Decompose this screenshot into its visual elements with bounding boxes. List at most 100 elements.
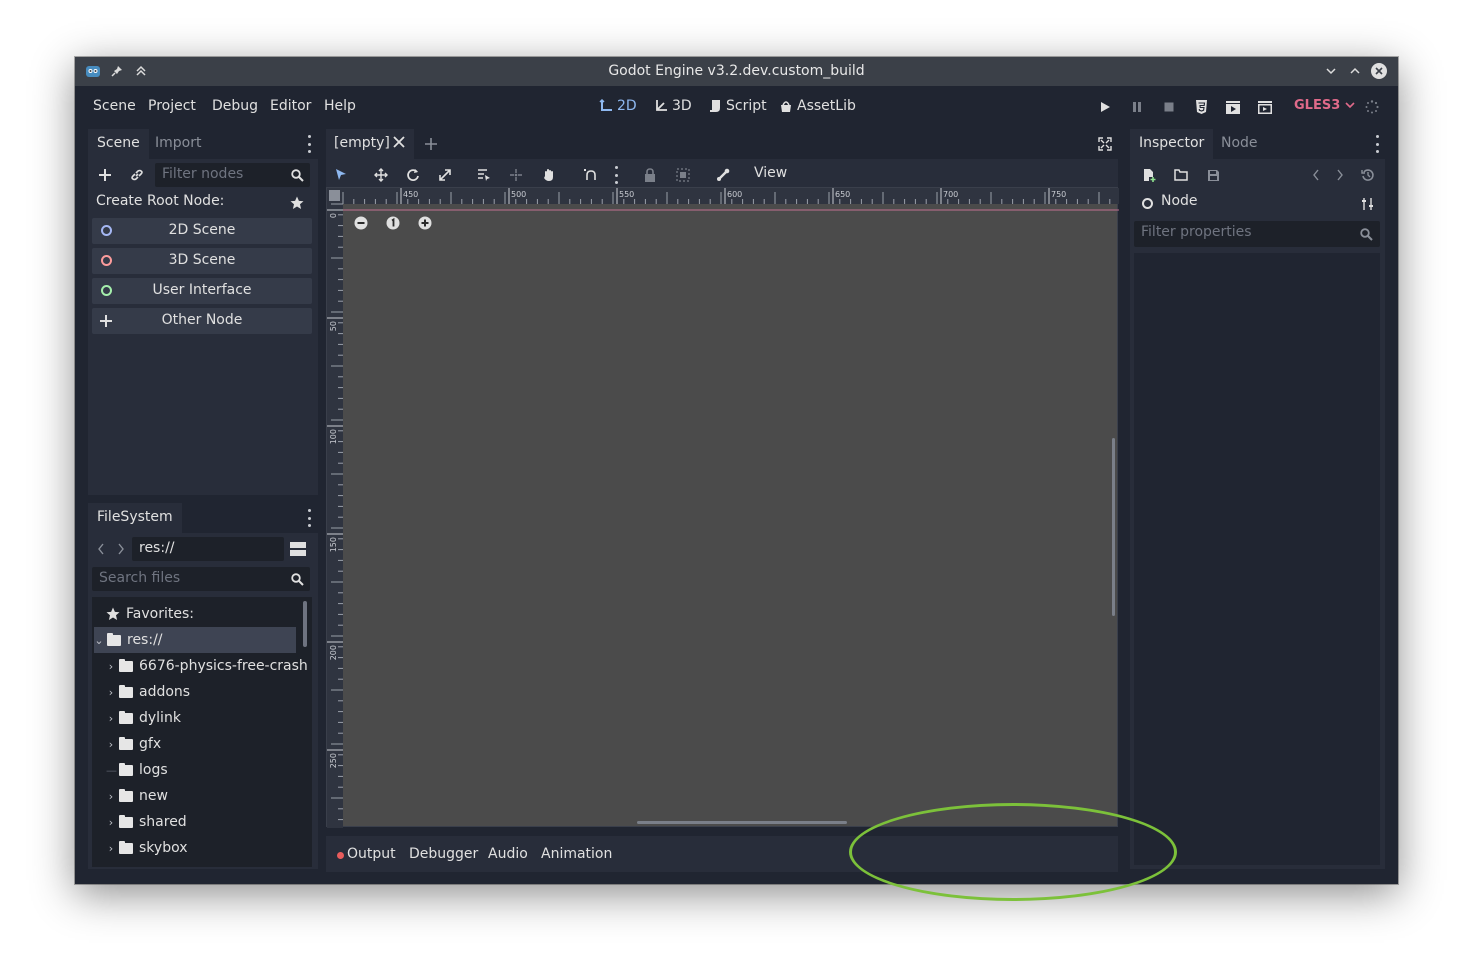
script-icon (710, 100, 720, 112)
play-scene-icon[interactable] (1224, 98, 1242, 116)
play-custom-scene-icon[interactable] (1256, 98, 1274, 116)
tab-filesystem[interactable]: FileSystem (88, 503, 182, 533)
list-item[interactable]: › addons (106, 679, 190, 705)
stop-icon[interactable] (1160, 98, 1178, 116)
load-resource-folder-icon[interactable] (1172, 166, 1190, 184)
zoom-reset-icon[interactable] (386, 216, 400, 230)
bottom-tab-audio[interactable]: Audio (488, 846, 528, 862)
maximize-icon[interactable] (1346, 62, 1364, 80)
new-scene-tab-icon[interactable] (422, 135, 440, 153)
renderer-selector[interactable]: GLES3 (1294, 98, 1355, 113)
scene-dock-menu-icon[interactable] (306, 135, 312, 153)
bottom-tab-animation[interactable]: Animation (541, 846, 612, 862)
create-2d-scene-button[interactable]: 2D Scene (92, 218, 312, 244)
menu-scene[interactable]: Scene (93, 98, 136, 114)
workspace-3d-button[interactable]: 3D (654, 98, 692, 114)
close-window-icon[interactable] (1370, 62, 1388, 80)
list-item[interactable]: — logs (106, 757, 168, 783)
menu-editor[interactable]: Editor (270, 98, 311, 114)
inspector-dock-tabs: Inspector Node (1130, 129, 1385, 159)
node-icon (1142, 198, 1153, 209)
folder-label: addons (139, 684, 191, 700)
vertical-scrollbar[interactable] (1112, 438, 1115, 616)
forward-arrow-icon[interactable] (114, 539, 128, 559)
distraction-free-icon[interactable] (1096, 135, 1114, 153)
scene-tab-empty[interactable]: [empty] (326, 129, 414, 159)
history-back-icon[interactable] (1308, 166, 1324, 184)
history-icon[interactable] (1359, 166, 1377, 184)
godot-window: Godot Engine v3.2.dev.custom_build Scene… (75, 57, 1398, 884)
horizontal-scrollbar[interactable] (637, 821, 847, 824)
create-user-interface-button[interactable]: User Interface (92, 278, 312, 304)
path-field[interactable]: res:// (132, 537, 284, 561)
file-tree-scrollbar[interactable] (303, 601, 307, 647)
skeleton-bone-icon[interactable] (712, 164, 734, 186)
snap-options-icon[interactable] (613, 166, 619, 184)
zoom-in-icon[interactable] (418, 216, 432, 230)
inspector-dock-menu-icon[interactable] (1374, 135, 1380, 153)
minimize-icon[interactable] (1322, 62, 1340, 80)
filter-properties-input[interactable]: Filter properties (1134, 221, 1380, 247)
pause-icon[interactable] (1128, 98, 1146, 116)
menu-project[interactable]: Project (148, 98, 196, 114)
html5-icon[interactable] (1192, 98, 1210, 116)
search-files-input[interactable]: Search files (92, 567, 310, 591)
favorite-star-icon[interactable] (288, 194, 306, 212)
tab-scene[interactable]: Scene (88, 129, 149, 159)
chevron-right-icon: › (108, 711, 114, 725)
list-select-icon[interactable] (473, 164, 495, 186)
filter-properties-placeholder: Filter properties (1141, 224, 1252, 240)
pivot-mode-icon[interactable] (505, 164, 527, 186)
snap-icon[interactable] (579, 164, 601, 186)
move-mode-icon[interactable] (370, 164, 392, 186)
list-item[interactable]: › 6676-physics-free-crash (106, 653, 308, 679)
pan-mode-icon[interactable] (538, 164, 560, 186)
close-tab-icon[interactable] (393, 136, 405, 152)
list-item[interactable]: › shared (106, 809, 187, 835)
save-resource-icon[interactable] (1204, 166, 1222, 184)
assetlib-icon (781, 101, 791, 112)
back-arrow-icon[interactable] (94, 539, 108, 559)
create-other-node-button[interactable]: Other Node (92, 308, 312, 334)
history-forward-icon[interactable] (1332, 166, 1348, 184)
add-node-icon[interactable] (96, 166, 114, 184)
tab-import[interactable]: Import (146, 129, 210, 159)
favorites-label: Favorites: (126, 606, 194, 622)
filesystem-dock-menu-icon[interactable] (306, 509, 312, 527)
list-item[interactable]: › new (106, 783, 168, 809)
create-3d-scene-button[interactable]: 3D Scene (92, 248, 312, 274)
tab-inspector[interactable]: Inspector (1130, 129, 1214, 159)
workspace-script-button[interactable]: Script (708, 98, 767, 114)
filter-nodes-input[interactable]: Filter nodes (155, 163, 310, 187)
group-icon[interactable] (672, 164, 694, 186)
new-resource-icon[interactable] (1140, 166, 1158, 184)
play-icon[interactable] (1096, 98, 1114, 116)
workspace-2d-button[interactable]: 2D (599, 98, 637, 114)
menu-debug[interactable]: Debug (212, 98, 258, 114)
rotate-mode-icon[interactable] (402, 164, 424, 186)
res-root-row[interactable]: ⌄ res:// (94, 627, 296, 653)
canvas-viewport[interactable]: 450 500 550 600 650 700 750 0 50 100 150 200 250 (326, 187, 1119, 828)
view-menu[interactable]: View (754, 165, 787, 181)
list-item[interactable]: › gfx (106, 731, 161, 757)
bottom-tab-output[interactable]: Output (347, 846, 396, 862)
folder-label: gfx (139, 736, 162, 752)
split-view-icon[interactable] (288, 539, 308, 559)
lock-icon[interactable] (639, 164, 661, 186)
bottom-tab-debugger[interactable]: Debugger (409, 846, 478, 862)
zoom-out-icon[interactable] (354, 216, 368, 230)
tab-node[interactable]: Node (1212, 129, 1267, 159)
object-properties-tools-icon[interactable] (1359, 195, 1377, 213)
instance-scene-link-icon[interactable] (128, 166, 146, 184)
chevron-right-icon: › (108, 841, 114, 855)
select-mode-icon[interactable] (330, 164, 352, 186)
workspace-assetlib-button[interactable]: AssetLib (779, 98, 856, 114)
folder-icon (119, 788, 133, 802)
ruler-corner (329, 190, 340, 201)
search-icon (288, 166, 306, 184)
menu-help[interactable]: Help (324, 98, 356, 114)
favorites-row[interactable]: Favorites: (106, 601, 194, 627)
list-item[interactable]: › skybox (106, 835, 188, 861)
scale-mode-icon[interactable] (434, 164, 456, 186)
list-item[interactable]: › dylink (106, 705, 181, 731)
